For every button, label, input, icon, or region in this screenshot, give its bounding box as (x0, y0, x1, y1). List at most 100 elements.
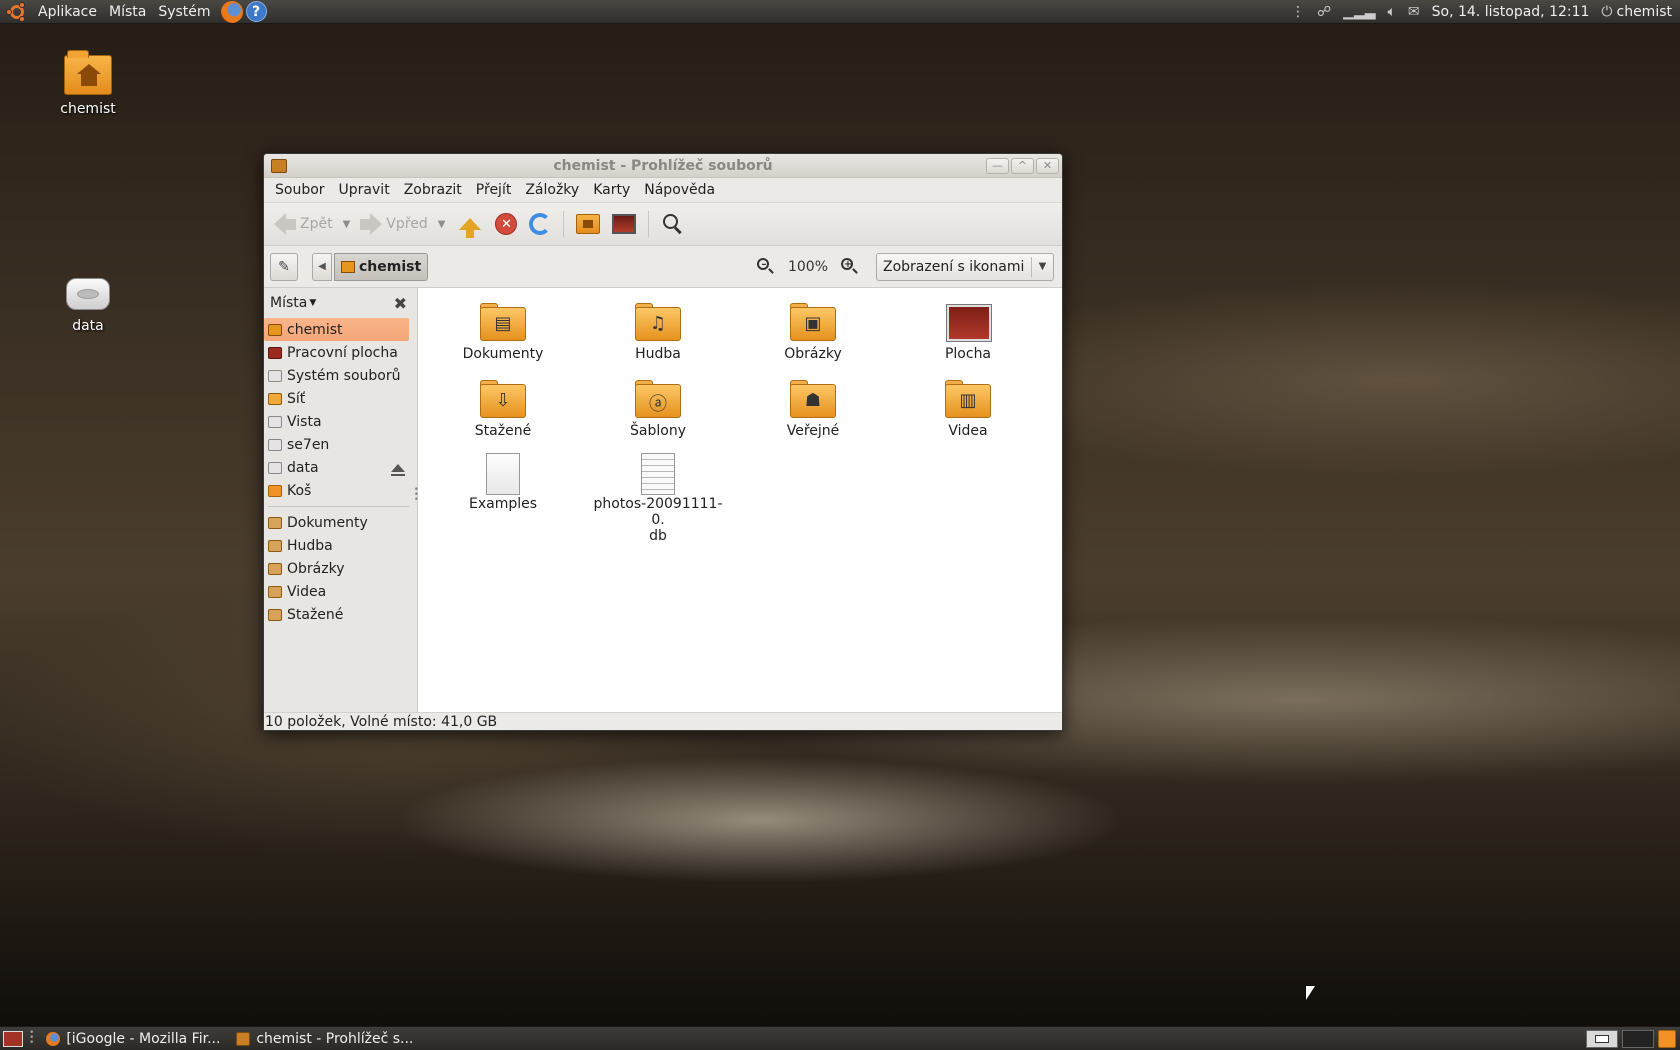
sidebar-item-filesystem[interactable]: Systém souborů (264, 364, 409, 387)
file-item[interactable]: ♫ Hudba (588, 303, 728, 362)
back-button[interactable]: Zpět (270, 207, 337, 241)
file-item[interactable]: ⇩ Stažené (433, 380, 573, 439)
desktop-icon-data[interactable]: data (38, 272, 138, 334)
file-label: Hudba (635, 346, 681, 362)
sidebar-item-network[interactable]: Síť (264, 387, 409, 410)
sidebar-item-label: Obrázky (287, 560, 345, 577)
show-desktop-icon[interactable] (3, 1030, 23, 1047)
breadcrumb[interactable]: chemist (334, 252, 429, 281)
sidebar-item-label: Koš (287, 482, 312, 499)
view-mode-label: Zobrazení s ikonami (883, 258, 1025, 275)
zoom-level[interactable]: 100% (784, 259, 832, 275)
forward-button[interactable]: Vpřed (356, 207, 431, 241)
file-view[interactable]: ▤ Dokumenty ♫ Hudba ▣ Obrázky Plocha ⇩ S… (418, 288, 1062, 712)
help-icon[interactable]: ? (245, 1, 267, 22)
file-manager-window: chemist - Prohlížeč souborů — ^ ✕ Soubor… (263, 153, 1063, 731)
sidebar-item-music[interactable]: Hudba (264, 534, 409, 557)
menu-mista[interactable]: Místa (103, 4, 152, 20)
back-arrow-icon (274, 213, 286, 235)
crumb-scroll-left-button[interactable]: ◀ (312, 252, 332, 281)
sidebar-item-label: data (287, 459, 319, 476)
menu-soubor[interactable]: Soubor (268, 182, 332, 198)
menu-upravit[interactable]: Upravit (332, 182, 397, 198)
chevron-down-icon: ▼ (309, 298, 317, 308)
signal-strength-icon[interactable]: ▁▂▃ (1343, 4, 1375, 20)
computer-icon[interactable] (612, 214, 637, 234)
mail-icon[interactable]: ✉ (1408, 4, 1420, 20)
view-mode-select[interactable]: Zobrazení s ikonami ▼ (876, 252, 1054, 281)
videos-folder-icon (268, 585, 282, 598)
file-manager-icon (236, 1031, 251, 1046)
menu-prejit[interactable]: Přejít (469, 182, 519, 198)
sidebar-item-trash[interactable]: Koš (264, 479, 409, 502)
up-arrow-icon[interactable] (459, 218, 482, 238)
workspace-1[interactable] (1586, 1029, 1618, 1048)
user-name[interactable]: chemist (1617, 4, 1673, 20)
desktop-icon-label: data (72, 318, 104, 334)
sidebar-item-data[interactable]: data (264, 456, 409, 479)
ubuntu-logo-icon[interactable] (6, 1, 28, 23)
sidebar-item-documents[interactable]: Dokumenty (264, 511, 409, 534)
file-label: Dokumenty (462, 346, 544, 362)
file-item[interactable]: ▣ Obrázky (743, 303, 883, 362)
file-item[interactable]: ☗ Veřejné (743, 380, 883, 439)
sidebar-item-label: Dokumenty (287, 514, 368, 531)
taskbar-item-firefox[interactable]: [iGoogle - Mozilla Fir... (40, 1028, 230, 1050)
volume-icon[interactable]: 🔈︎ (1387, 4, 1395, 20)
power-icon[interactable]: ⏻ (1601, 4, 1612, 20)
search-icon[interactable] (661, 212, 685, 236)
menu-zalozky[interactable]: Záložky (518, 182, 586, 198)
close-button[interactable]: ✕ (1036, 157, 1059, 174)
file-item[interactable]: ▤ Dokumenty (433, 303, 573, 362)
network-manager-icon[interactable]: ☍ (1317, 4, 1331, 20)
toolbar-separator (563, 211, 565, 237)
back-history-dropdown[interactable]: ▼ (337, 219, 357, 230)
sidebar-item-label: Síť (287, 390, 306, 407)
sidebar-item-chemist[interactable]: chemist (264, 318, 409, 341)
file-item[interactable]: Examples (433, 453, 573, 512)
file-label-continuation: db (649, 528, 667, 544)
menu-aplikace[interactable]: Aplikace (32, 4, 103, 20)
firefox-icon (46, 1031, 61, 1046)
sidebar-item-se7en[interactable]: se7en (264, 433, 409, 456)
bottom-panel: • • • [iGoogle - Mozilla Fir... chemist - … (0, 1026, 1680, 1050)
sidebar-header[interactable]: Místa ▼ ✖ (264, 288, 417, 318)
eject-icon[interactable] (391, 463, 405, 476)
home-icon[interactable] (576, 214, 601, 234)
sidebar-item-downloads[interactable]: Stažené (264, 603, 409, 626)
reload-icon[interactable] (529, 213, 552, 235)
file-item[interactable]: ⓐ Šablony (588, 380, 728, 439)
stop-icon[interactable]: ✕ (495, 213, 518, 235)
drive-icon (268, 461, 282, 474)
firefox-launcher-icon[interactable] (220, 0, 243, 23)
close-sidebar-icon[interactable]: ✖ (394, 294, 407, 313)
file-item[interactable]: Plocha (898, 303, 1038, 362)
clock[interactable]: So, 14. listopad, 12:11 (1432, 4, 1590, 20)
drive-icon (268, 438, 282, 451)
sidebar-item-pictures[interactable]: Obrázky (264, 557, 409, 580)
taskbar-item-file-manager[interactable]: chemist - Prohlížeč s... (230, 1028, 420, 1050)
toolbar-separator (648, 211, 650, 237)
maximize-button[interactable]: ^ (1011, 157, 1034, 174)
sidebar-item-label: Videa (287, 583, 327, 600)
window-titlebar[interactable]: chemist - Prohlížeč souborů — ^ ✕ (264, 154, 1062, 178)
sidebar-item-label: Vista (287, 413, 322, 430)
menu-napoveda[interactable]: Nápověda (637, 182, 722, 198)
zoom-out-icon[interactable]: – (754, 255, 778, 279)
menu-zobrazit[interactable]: Zobrazit (397, 182, 469, 198)
desktop-icon-home[interactable]: chemist (38, 50, 138, 117)
menu-karty[interactable]: Karty (586, 182, 637, 198)
minimize-button[interactable]: — (986, 157, 1009, 174)
sidebar-item-desktop[interactable]: Pracovní plocha (264, 341, 409, 364)
file-item[interactable]: ▥ Videa (898, 380, 1038, 439)
sidebar-item-label: Hudba (287, 537, 333, 554)
workspace-2[interactable] (1622, 1029, 1654, 1048)
sidebar-item-vista[interactable]: Vista (264, 410, 409, 433)
zoom-in-icon[interactable]: + (838, 255, 862, 279)
forward-history-dropdown[interactable]: ▼ (432, 219, 452, 230)
file-item[interactable]: photos-20091111-0. db (588, 453, 728, 544)
sidebar-item-videos[interactable]: Videa (264, 580, 409, 603)
trash-icon[interactable] (1658, 1029, 1676, 1048)
menu-system[interactable]: Systém (152, 4, 216, 20)
edit-location-button[interactable]: ✎ (270, 252, 298, 281)
